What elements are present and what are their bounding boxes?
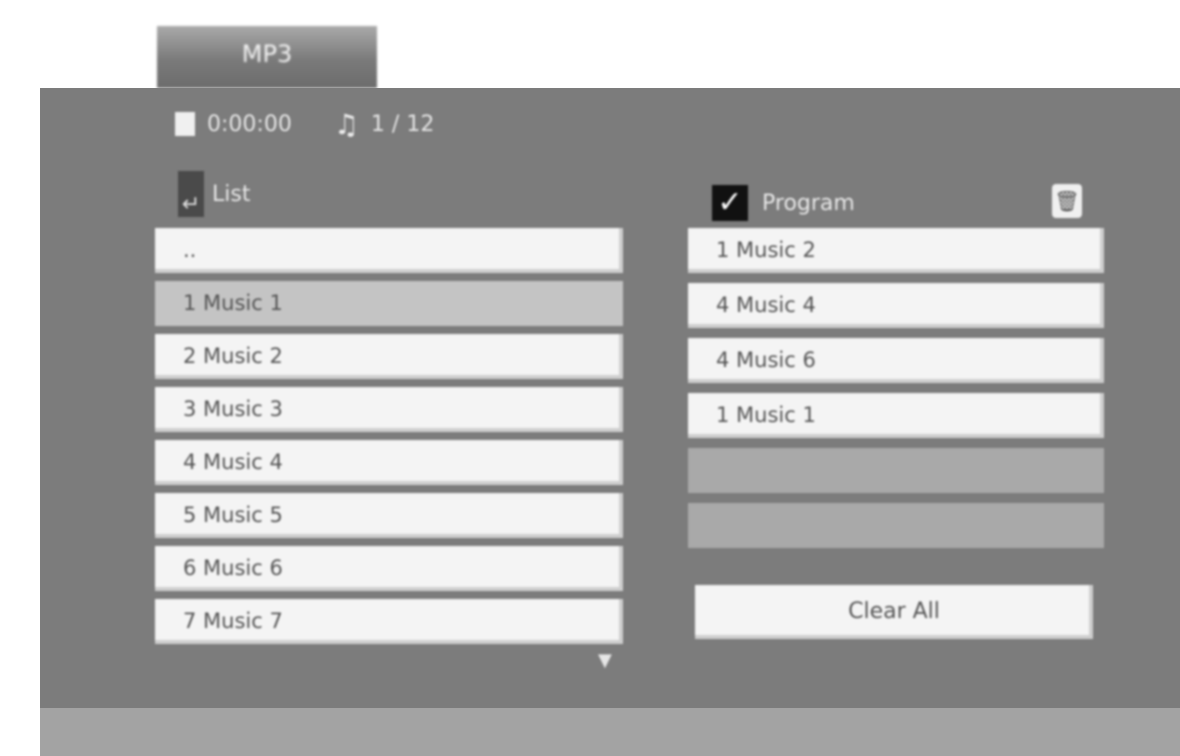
program-empty-slot <box>688 503 1104 548</box>
list-item-label: 4 Music 4 <box>183 450 283 474</box>
list-item[interactable]: 2 Music 2 <box>155 334 623 379</box>
program-item[interactable]: 1 Music 1 <box>688 393 1104 438</box>
program-list: 1 Music 2 4 Music 4 4 Music 6 1 Music 1 <box>688 228 1104 548</box>
program-item-label: 4 Music 4 <box>716 293 816 317</box>
disc-time: 0:00:00 <box>207 111 292 137</box>
mp3-tab-label: MP3 <box>241 40 293 68</box>
list-item[interactable]: 3 Music 3 <box>155 387 623 432</box>
list-item-label: 6 Music 6 <box>183 556 283 580</box>
list-item[interactable]: 4 Music 4 <box>155 440 623 485</box>
list-item[interactable]: 7 Music 7 <box>155 599 623 644</box>
scroll-down-icon[interactable]: ▼ <box>598 650 612 671</box>
mp3-tab[interactable]: MP3 <box>157 26 377 88</box>
clear-all-button[interactable]: Clear All <box>695 585 1093 639</box>
program-item[interactable]: 1 Music 2 <box>688 228 1104 273</box>
program-header: ✓ Program 🗑 <box>712 180 1082 226</box>
program-item-label: 1 Music 1 <box>716 403 816 427</box>
disc-icon <box>175 112 195 136</box>
list-item-label: 2 Music 2 <box>183 344 283 368</box>
list-item[interactable]: 5 Music 5 <box>155 493 623 538</box>
list-item-label: 3 Music 3 <box>183 397 283 421</box>
list-item-label: 1 Music 1 <box>183 291 283 315</box>
list-item-label: 7 Music 7 <box>183 609 283 633</box>
music-note-icon: ♫ <box>333 107 359 141</box>
track-count: 1 / 12 <box>370 111 435 137</box>
list-header: ↵ List <box>178 170 250 218</box>
footer-bar <box>40 708 1180 756</box>
list-item[interactable]: .. <box>155 228 623 273</box>
list-title: List <box>212 181 251 207</box>
checkbox-icon[interactable]: ✓ <box>712 185 748 221</box>
program-title: Program <box>762 190 855 216</box>
trash-icon[interactable]: 🗑 <box>1052 184 1082 218</box>
list-item[interactable]: 6 Music 6 <box>155 546 623 591</box>
list-item[interactable]: 1 Music 1 <box>155 281 623 326</box>
list-item-label: 5 Music 5 <box>183 503 283 527</box>
program-item[interactable]: 4 Music 6 <box>688 338 1104 383</box>
program-item-label: 4 Music 6 <box>716 348 816 372</box>
program-item-label: 1 Music 2 <box>716 238 816 262</box>
list-item-label: .. <box>183 238 197 262</box>
program-item[interactable]: 4 Music 4 <box>688 283 1104 328</box>
program-empty-slot <box>688 448 1104 493</box>
list-icon: ↵ <box>178 171 204 217</box>
file-list: .. 1 Music 1 2 Music 2 3 Music 3 4 Music… <box>155 228 623 644</box>
info-row: 0:00:00 ♫ 1 / 12 <box>175 104 434 144</box>
